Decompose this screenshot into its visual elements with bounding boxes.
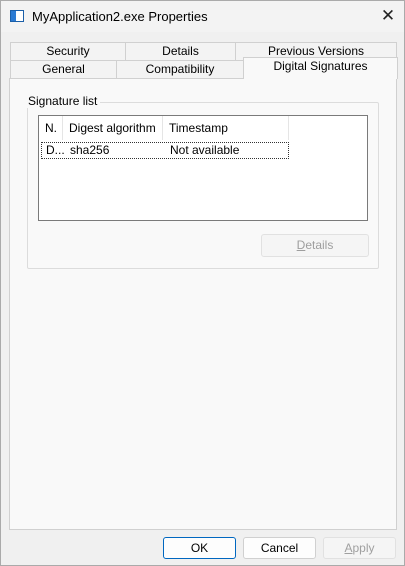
details-button[interactable]: Details	[261, 234, 369, 257]
column-header-name[interactable]: N.	[39, 116, 63, 140]
close-icon[interactable]: ✕	[373, 3, 403, 29]
cell-digest-algorithm: sha256	[70, 143, 110, 157]
title-bar: MyApplication2.exe Properties ✕	[1, 1, 404, 32]
application-window-icon	[10, 10, 24, 22]
apply-label: pply	[352, 541, 375, 555]
details-label: etails	[305, 238, 334, 252]
apply-button[interactable]: Apply	[323, 537, 396, 559]
cell-timestamp: Not available	[170, 143, 240, 157]
tab-security[interactable]: Security	[10, 42, 126, 61]
column-header-timestamp[interactable]: Timestamp	[163, 116, 289, 140]
signature-list[interactable]: N. Digest algorithm Timestamp D... sha25…	[38, 115, 368, 221]
cancel-button[interactable]: Cancel	[243, 537, 316, 559]
tab-digital-signatures[interactable]: Digital Signatures	[243, 57, 398, 79]
tab-compatibility[interactable]: Compatibility	[116, 60, 244, 79]
tab-details[interactable]: Details	[125, 42, 236, 61]
list-header: N. Digest algorithm Timestamp	[39, 116, 367, 140]
properties-dialog: MyApplication2.exe Properties ✕ Security…	[0, 0, 405, 566]
cell-name: D...	[46, 143, 64, 157]
column-header-digest-algorithm[interactable]: Digest algorithm	[63, 116, 163, 140]
window-title: MyApplication2.exe Properties	[32, 9, 208, 24]
apply-accesskey: A	[344, 541, 353, 555]
digital-signatures-panel: N. Digest algorithm Timestamp D... sha25…	[9, 78, 397, 530]
tab-general[interactable]: General	[10, 60, 117, 79]
ok-button[interactable]: OK	[163, 537, 236, 559]
signature-list-label: Signature list	[25, 94, 101, 108]
table-row[interactable]: D... sha256 Not available	[41, 142, 289, 159]
